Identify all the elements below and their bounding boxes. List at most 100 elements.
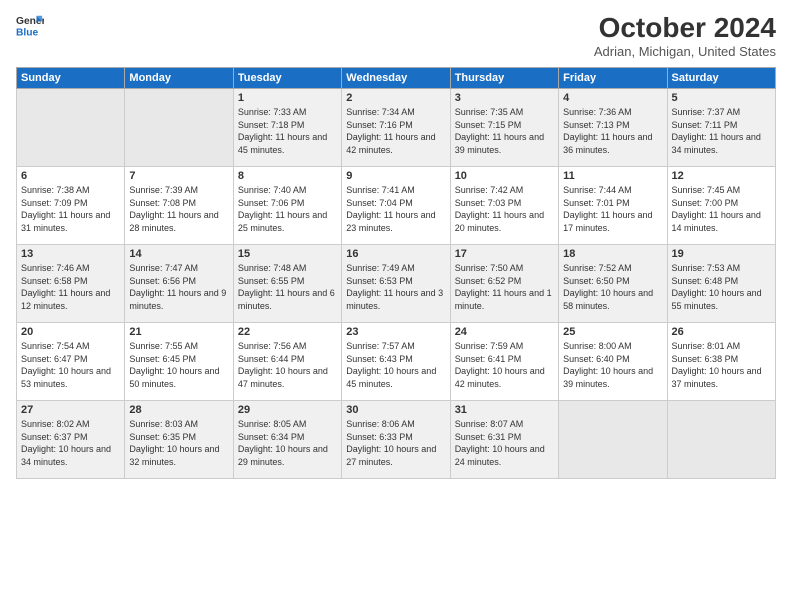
day-info: Sunrise: 8:07 AMSunset: 6:31 PMDaylight:… xyxy=(455,418,554,468)
table-cell: 18 Sunrise: 7:52 AMSunset: 6:50 PMDayligh… xyxy=(559,245,667,323)
month-title: October 2024 xyxy=(594,12,776,44)
day-number: 12 xyxy=(672,170,771,182)
day-number: 26 xyxy=(672,326,771,338)
day-number: 30 xyxy=(346,404,445,416)
table-cell: 23Sunrise: 7:57 AMSunset: 6:43 PMDayligh… xyxy=(342,323,450,401)
day-number: 6 xyxy=(21,170,120,182)
col-friday: Friday xyxy=(559,68,667,89)
day-number: 25 xyxy=(563,326,662,338)
table-cell: 15Sunrise: 7:48 AMSunset: 6:55 PMDayligh… xyxy=(233,245,341,323)
table-cell: 8 Sunrise: 7:40 AMSunset: 7:06 PMDaylight… xyxy=(233,167,341,245)
table-cell: 4Sunrise: 7:36 AMSunset: 7:13 PMDaylight… xyxy=(559,89,667,167)
day-info: Sunrise: 8:00 AMSunset: 6:40 PMDaylight:… xyxy=(563,340,662,390)
day-info: Sunrise: 7:34 AMSunset: 7:16 PMDaylight:… xyxy=(346,106,445,156)
day-number: 24 xyxy=(455,326,554,338)
day-info: Sunrise: 7:37 AMSunset: 7:11 PMDaylight:… xyxy=(672,106,771,156)
day-info: Sunrise: 7:44 AMSunset: 7:01 PMDaylight:… xyxy=(563,184,662,234)
table-cell: 26 Sunrise: 8:01 AMSunset: 6:38 PMDayligh… xyxy=(667,323,775,401)
day-info: Sunrise: 7:45 AMSunset: 7:00 PMDaylight:… xyxy=(672,184,771,234)
day-number: 18 xyxy=(563,248,662,260)
col-tuesday: Tuesday xyxy=(233,68,341,89)
day-number: 7 xyxy=(129,170,228,182)
day-number: 10 xyxy=(455,170,554,182)
header: General Blue October 2024 Adrian, Michig… xyxy=(16,12,776,59)
day-number: 3 xyxy=(455,92,554,104)
day-info: Sunrise: 7:46 AMSunset: 6:58 PMDaylight:… xyxy=(21,262,120,312)
table-cell: 24 Sunrise: 7:59 AMSunset: 6:41 PMDayligh… xyxy=(450,323,558,401)
table-cell xyxy=(17,89,125,167)
col-sunday: Sunday xyxy=(17,68,125,89)
table-cell xyxy=(667,401,775,479)
day-info: Sunrise: 7:52 AMSunset: 6:50 PMDaylight:… xyxy=(563,262,662,312)
week-row-2: 13 Sunrise: 7:46 AMSunset: 6:58 PMDayligh… xyxy=(17,245,776,323)
svg-text:Blue: Blue xyxy=(16,27,39,38)
location: Adrian, Michigan, United States xyxy=(594,44,776,59)
table-cell: 6 Sunrise: 7:38 AMSunset: 7:09 PMDaylight… xyxy=(17,167,125,245)
table-cell: 5Sunrise: 7:37 AMSunset: 7:11 PMDaylight… xyxy=(667,89,775,167)
title-block: October 2024 Adrian, Michigan, United St… xyxy=(594,12,776,59)
table-cell: 25 Sunrise: 8:00 AMSunset: 6:40 PMDayligh… xyxy=(559,323,667,401)
day-info: Sunrise: 7:53 AMSunset: 6:48 PMDaylight:… xyxy=(672,262,771,312)
day-info: Sunrise: 8:03 AMSunset: 6:35 PMDaylight:… xyxy=(129,418,228,468)
table-cell: 3Sunrise: 7:35 AMSunset: 7:15 PMDaylight… xyxy=(450,89,558,167)
col-saturday: Saturday xyxy=(667,68,775,89)
day-info: Sunrise: 7:38 AMSunset: 7:09 PMDaylight:… xyxy=(21,184,120,234)
day-number: 11 xyxy=(563,170,662,182)
day-number: 31 xyxy=(455,404,554,416)
table-cell xyxy=(125,89,233,167)
logo: General Blue xyxy=(16,12,44,40)
day-info: Sunrise: 7:56 AMSunset: 6:44 PMDaylight:… xyxy=(238,340,337,390)
day-number: 22 xyxy=(238,326,337,338)
week-row-4: 27Sunrise: 8:02 AMSunset: 6:37 PMDayligh… xyxy=(17,401,776,479)
day-number: 17 xyxy=(455,248,554,260)
day-info: Sunrise: 7:54 AMSunset: 6:47 PMDaylight:… xyxy=(21,340,120,390)
day-number: 19 xyxy=(672,248,771,260)
week-row-3: 20 Sunrise: 7:54 AMSunset: 6:47 PMDayligh… xyxy=(17,323,776,401)
table-cell: 16Sunrise: 7:49 AMSunset: 6:53 PMDayligh… xyxy=(342,245,450,323)
day-number: 29 xyxy=(238,404,337,416)
day-number: 13 xyxy=(21,248,120,260)
day-number: 9 xyxy=(346,170,445,182)
day-info: Sunrise: 7:41 AMSunset: 7:04 PMDaylight:… xyxy=(346,184,445,234)
table-cell: 1 Sunrise: 7:33 AMSunset: 7:18 PMDaylight… xyxy=(233,89,341,167)
day-info: Sunrise: 7:49 AMSunset: 6:53 PMDaylight:… xyxy=(346,262,445,312)
calendar: Sunday Monday Tuesday Wednesday Thursday… xyxy=(16,67,776,479)
table-cell: 22 Sunrise: 7:56 AMSunset: 6:44 PMDayligh… xyxy=(233,323,341,401)
table-cell: 10 Sunrise: 7:42 AMSunset: 7:03 PMDayligh… xyxy=(450,167,558,245)
table-cell: 11 Sunrise: 7:44 AMSunset: 7:01 PMDayligh… xyxy=(559,167,667,245)
table-cell xyxy=(559,401,667,479)
table-cell: 27Sunrise: 8:02 AMSunset: 6:37 PMDayligh… xyxy=(17,401,125,479)
day-number: 1 xyxy=(238,92,337,104)
col-monday: Monday xyxy=(125,68,233,89)
col-wednesday: Wednesday xyxy=(342,68,450,89)
table-cell: 29 Sunrise: 8:05 AMSunset: 6:34 PMDayligh… xyxy=(233,401,341,479)
day-info: Sunrise: 8:05 AMSunset: 6:34 PMDaylight:… xyxy=(238,418,337,468)
calendar-header-row: Sunday Monday Tuesday Wednesday Thursday… xyxy=(17,68,776,89)
day-info: Sunrise: 8:02 AMSunset: 6:37 PMDaylight:… xyxy=(21,418,120,468)
logo-icon: General Blue xyxy=(16,12,44,40)
week-row-0: 1 Sunrise: 7:33 AMSunset: 7:18 PMDaylight… xyxy=(17,89,776,167)
day-info: Sunrise: 7:33 AMSunset: 7:18 PMDaylight:… xyxy=(238,106,337,156)
day-info: Sunrise: 7:50 AMSunset: 6:52 PMDaylight:… xyxy=(455,262,554,312)
day-number: 14 xyxy=(129,248,228,260)
day-number: 8 xyxy=(238,170,337,182)
table-cell: 2Sunrise: 7:34 AMSunset: 7:16 PMDaylight… xyxy=(342,89,450,167)
table-cell: 31 Sunrise: 8:07 AMSunset: 6:31 PMDayligh… xyxy=(450,401,558,479)
day-info: Sunrise: 7:36 AMSunset: 7:13 PMDaylight:… xyxy=(563,106,662,156)
day-number: 20 xyxy=(21,326,120,338)
day-info: Sunrise: 7:55 AMSunset: 6:45 PMDaylight:… xyxy=(129,340,228,390)
table-cell: 21 Sunrise: 7:55 AMSunset: 6:45 PMDayligh… xyxy=(125,323,233,401)
day-number: 28 xyxy=(129,404,228,416)
table-cell: 17 Sunrise: 7:50 AMSunset: 6:52 PMDayligh… xyxy=(450,245,558,323)
day-info: Sunrise: 8:06 AMSunset: 6:33 PMDaylight:… xyxy=(346,418,445,468)
table-cell: 19 Sunrise: 7:53 AMSunset: 6:48 PMDayligh… xyxy=(667,245,775,323)
table-cell: 20 Sunrise: 7:54 AMSunset: 6:47 PMDayligh… xyxy=(17,323,125,401)
day-info: Sunrise: 7:40 AMSunset: 7:06 PMDaylight:… xyxy=(238,184,337,234)
table-cell: 13 Sunrise: 7:46 AMSunset: 6:58 PMDayligh… xyxy=(17,245,125,323)
day-info: Sunrise: 7:39 AMSunset: 7:08 PMDaylight:… xyxy=(129,184,228,234)
day-info: Sunrise: 7:42 AMSunset: 7:03 PMDaylight:… xyxy=(455,184,554,234)
day-info: Sunrise: 7:59 AMSunset: 6:41 PMDaylight:… xyxy=(455,340,554,390)
day-number: 21 xyxy=(129,326,228,338)
day-info: Sunrise: 8:01 AMSunset: 6:38 PMDaylight:… xyxy=(672,340,771,390)
day-info: Sunrise: 7:48 AMSunset: 6:55 PMDaylight:… xyxy=(238,262,337,312)
